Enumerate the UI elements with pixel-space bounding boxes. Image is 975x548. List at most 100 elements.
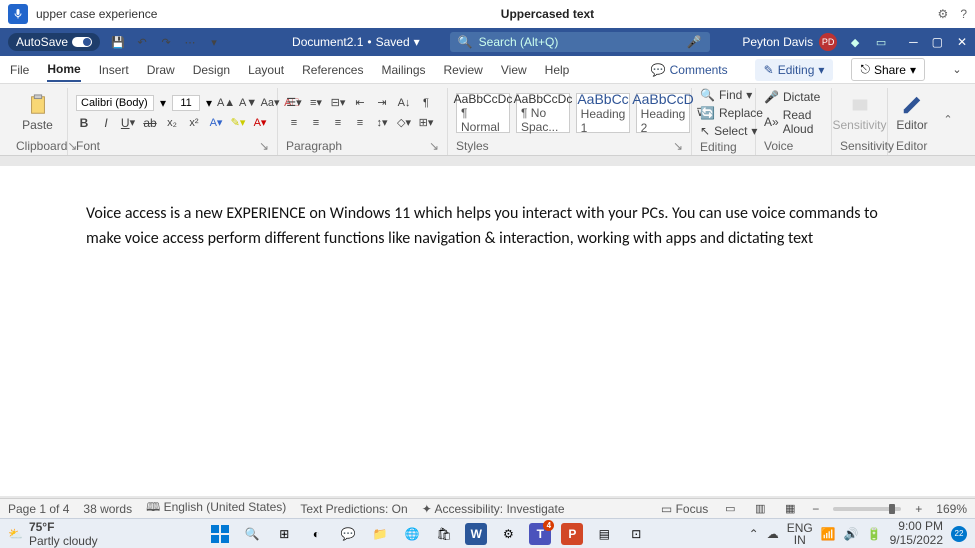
clock[interactable]: 9:00 PM9/15/2022	[890, 520, 943, 546]
word-count[interactable]: 38 words	[83, 502, 132, 516]
mic-icon[interactable]	[8, 4, 28, 24]
settings-taskbar-icon[interactable]: ⚙	[497, 523, 519, 545]
style-nospacing[interactable]: AaBbCcDc¶ No Spac...	[516, 93, 570, 133]
change-case-icon[interactable]: Aa▾	[262, 95, 278, 111]
font-color-icon[interactable]: A▾	[252, 115, 268, 131]
redo-icon[interactable]: ↷	[158, 34, 174, 50]
read-mode-icon[interactable]: ▭	[722, 501, 738, 517]
weather-widget[interactable]: ⛅ 75°FPartly cloudy	[8, 520, 108, 548]
zoom-level[interactable]: 169%	[936, 502, 967, 516]
tab-review[interactable]: Review	[444, 59, 483, 81]
save-icon[interactable]: 💾	[110, 34, 126, 50]
zoom-out-icon[interactable]: −	[812, 502, 819, 516]
multilevel-icon[interactable]: ⊟▾	[330, 95, 346, 111]
page-indicator[interactable]: Page 1 of 4	[8, 502, 69, 516]
autosave-toggle[interactable]: AutoSave	[8, 33, 100, 51]
chevron-down-icon[interactable]: ▾	[206, 34, 222, 50]
tab-help[interactable]: Help	[545, 59, 570, 81]
align-right-icon[interactable]: ≡	[330, 115, 346, 131]
diamond-icon[interactable]: ◆	[847, 34, 863, 50]
read-aloud-button[interactable]: A»Read Aloud	[764, 108, 823, 136]
ribbon-display-icon[interactable]: ▭	[873, 34, 889, 50]
dialog-launcher-icon[interactable]: ↘	[259, 139, 269, 153]
help-icon[interactable]: ?	[960, 7, 967, 21]
minimize-icon[interactable]: ─	[909, 35, 918, 49]
align-left-icon[interactable]: ≡	[286, 115, 302, 131]
zoom-slider[interactable]	[833, 507, 901, 511]
subscript-icon[interactable]: x₂	[164, 115, 180, 131]
justify-icon[interactable]: ≡	[352, 115, 368, 131]
editing-mode-button[interactable]: ✎Editing▾	[755, 59, 834, 81]
dictate-button[interactable]: 🎤Dictate	[764, 90, 823, 104]
web-layout-icon[interactable]: ▦	[782, 501, 798, 517]
notification-count[interactable]: 22	[951, 526, 967, 542]
comments-button[interactable]: 💬Comments	[642, 59, 737, 81]
font-size-input[interactable]	[172, 95, 200, 111]
numbering-icon[interactable]: ≡▾	[308, 95, 324, 111]
style-normal[interactable]: AaBbCcDc¶ Normal	[456, 93, 510, 133]
search-taskbar-icon[interactable]: 🔍	[241, 523, 263, 545]
paste-button[interactable]: Paste	[16, 94, 59, 132]
align-center-icon[interactable]: ≡	[308, 115, 324, 131]
qat-more-icon[interactable]: ⋯	[182, 34, 198, 50]
app2-icon[interactable]: ⊡	[625, 523, 647, 545]
sensitivity-button[interactable]: Sensitivity	[840, 94, 879, 132]
chevron-up-icon[interactable]: ⌃	[940, 112, 956, 128]
find-button[interactable]: 🔍Find ▾	[700, 88, 747, 102]
sort-icon[interactable]: A↓	[396, 95, 412, 111]
teams-icon[interactable]: T4	[529, 523, 551, 545]
settings-icon[interactable]: ⚙	[938, 7, 949, 21]
tab-file[interactable]: File	[10, 59, 29, 81]
shading-icon[interactable]: ◇▾	[396, 115, 412, 131]
tab-references[interactable]: References	[302, 59, 363, 81]
microphone-icon[interactable]: 🎤	[687, 35, 702, 49]
strikethrough-icon[interactable]: ab	[142, 115, 158, 131]
start-icon[interactable]	[209, 523, 231, 545]
widgets-icon[interactable]: ◐	[305, 523, 327, 545]
share-button[interactable]: ⎋Share▾	[851, 58, 925, 81]
font-name-input[interactable]	[76, 95, 154, 111]
decrease-indent-icon[interactable]: ⇤	[352, 95, 368, 111]
tab-draw[interactable]: Draw	[147, 59, 175, 81]
word-icon[interactable]: W	[465, 523, 487, 545]
input-language[interactable]: ENGIN	[787, 522, 813, 546]
tab-insert[interactable]: Insert	[99, 59, 129, 81]
print-layout-icon[interactable]: ▥	[752, 501, 768, 517]
accessibility-status[interactable]: ✦ Accessibility: Investigate	[422, 502, 565, 516]
increase-indent-icon[interactable]: ⇥	[374, 95, 390, 111]
document-canvas[interactable]: Voice access is a new EXPERIENCE on Wind…	[0, 166, 975, 496]
style-heading2[interactable]: AaBbCcDHeading 2	[636, 93, 690, 133]
task-view-icon[interactable]: ⊞	[273, 523, 295, 545]
wifi-icon[interactable]: 📶	[821, 527, 836, 541]
close-icon[interactable]: ✕	[957, 35, 967, 49]
select-button[interactable]: ↖Select ▾	[700, 124, 747, 138]
search-box[interactable]: 🔍 Search (Alt+Q) 🎤	[450, 32, 710, 52]
style-heading1[interactable]: AaBbCcHeading 1	[576, 93, 630, 133]
undo-icon[interactable]: ↶	[134, 34, 150, 50]
tab-view[interactable]: View	[501, 59, 527, 81]
maximize-icon[interactable]: ▢	[932, 35, 943, 49]
italic-icon[interactable]: I	[98, 115, 114, 131]
tab-design[interactable]: Design	[193, 59, 230, 81]
onedrive-icon[interactable]: ☁	[767, 527, 779, 541]
chevron-up-icon[interactable]: ⌃	[749, 527, 759, 541]
document-name[interactable]: Document2.1 • Saved ▾	[292, 35, 420, 49]
app-icon[interactable]: ▤	[593, 523, 615, 545]
store-icon[interactable]: 🛍	[433, 523, 455, 545]
bullets-icon[interactable]: ☰▾	[286, 95, 302, 111]
chevron-down-icon[interactable]: ▾	[160, 96, 166, 110]
highlight-icon[interactable]: ✎▾	[230, 115, 246, 131]
edge-icon[interactable]: 🌐	[401, 523, 423, 545]
chevron-down-icon[interactable]: ▾	[206, 96, 212, 110]
line-spacing-icon[interactable]: ↕▾	[374, 115, 390, 131]
text-predictions-status[interactable]: Text Predictions: On	[300, 502, 407, 516]
bold-icon[interactable]: B	[76, 115, 92, 131]
tab-mailings[interactable]: Mailings	[381, 59, 425, 81]
grow-font-icon[interactable]: A▲	[218, 95, 234, 111]
text-effects-icon[interactable]: A▾	[208, 115, 224, 131]
powerpoint-icon[interactable]: P	[561, 523, 583, 545]
shrink-font-icon[interactable]: A▼	[240, 95, 256, 111]
underline-icon[interactable]: U▾	[120, 115, 136, 131]
user-account[interactable]: Peyton Davis PD	[742, 33, 837, 51]
battery-icon[interactable]: 🔋	[867, 527, 882, 541]
